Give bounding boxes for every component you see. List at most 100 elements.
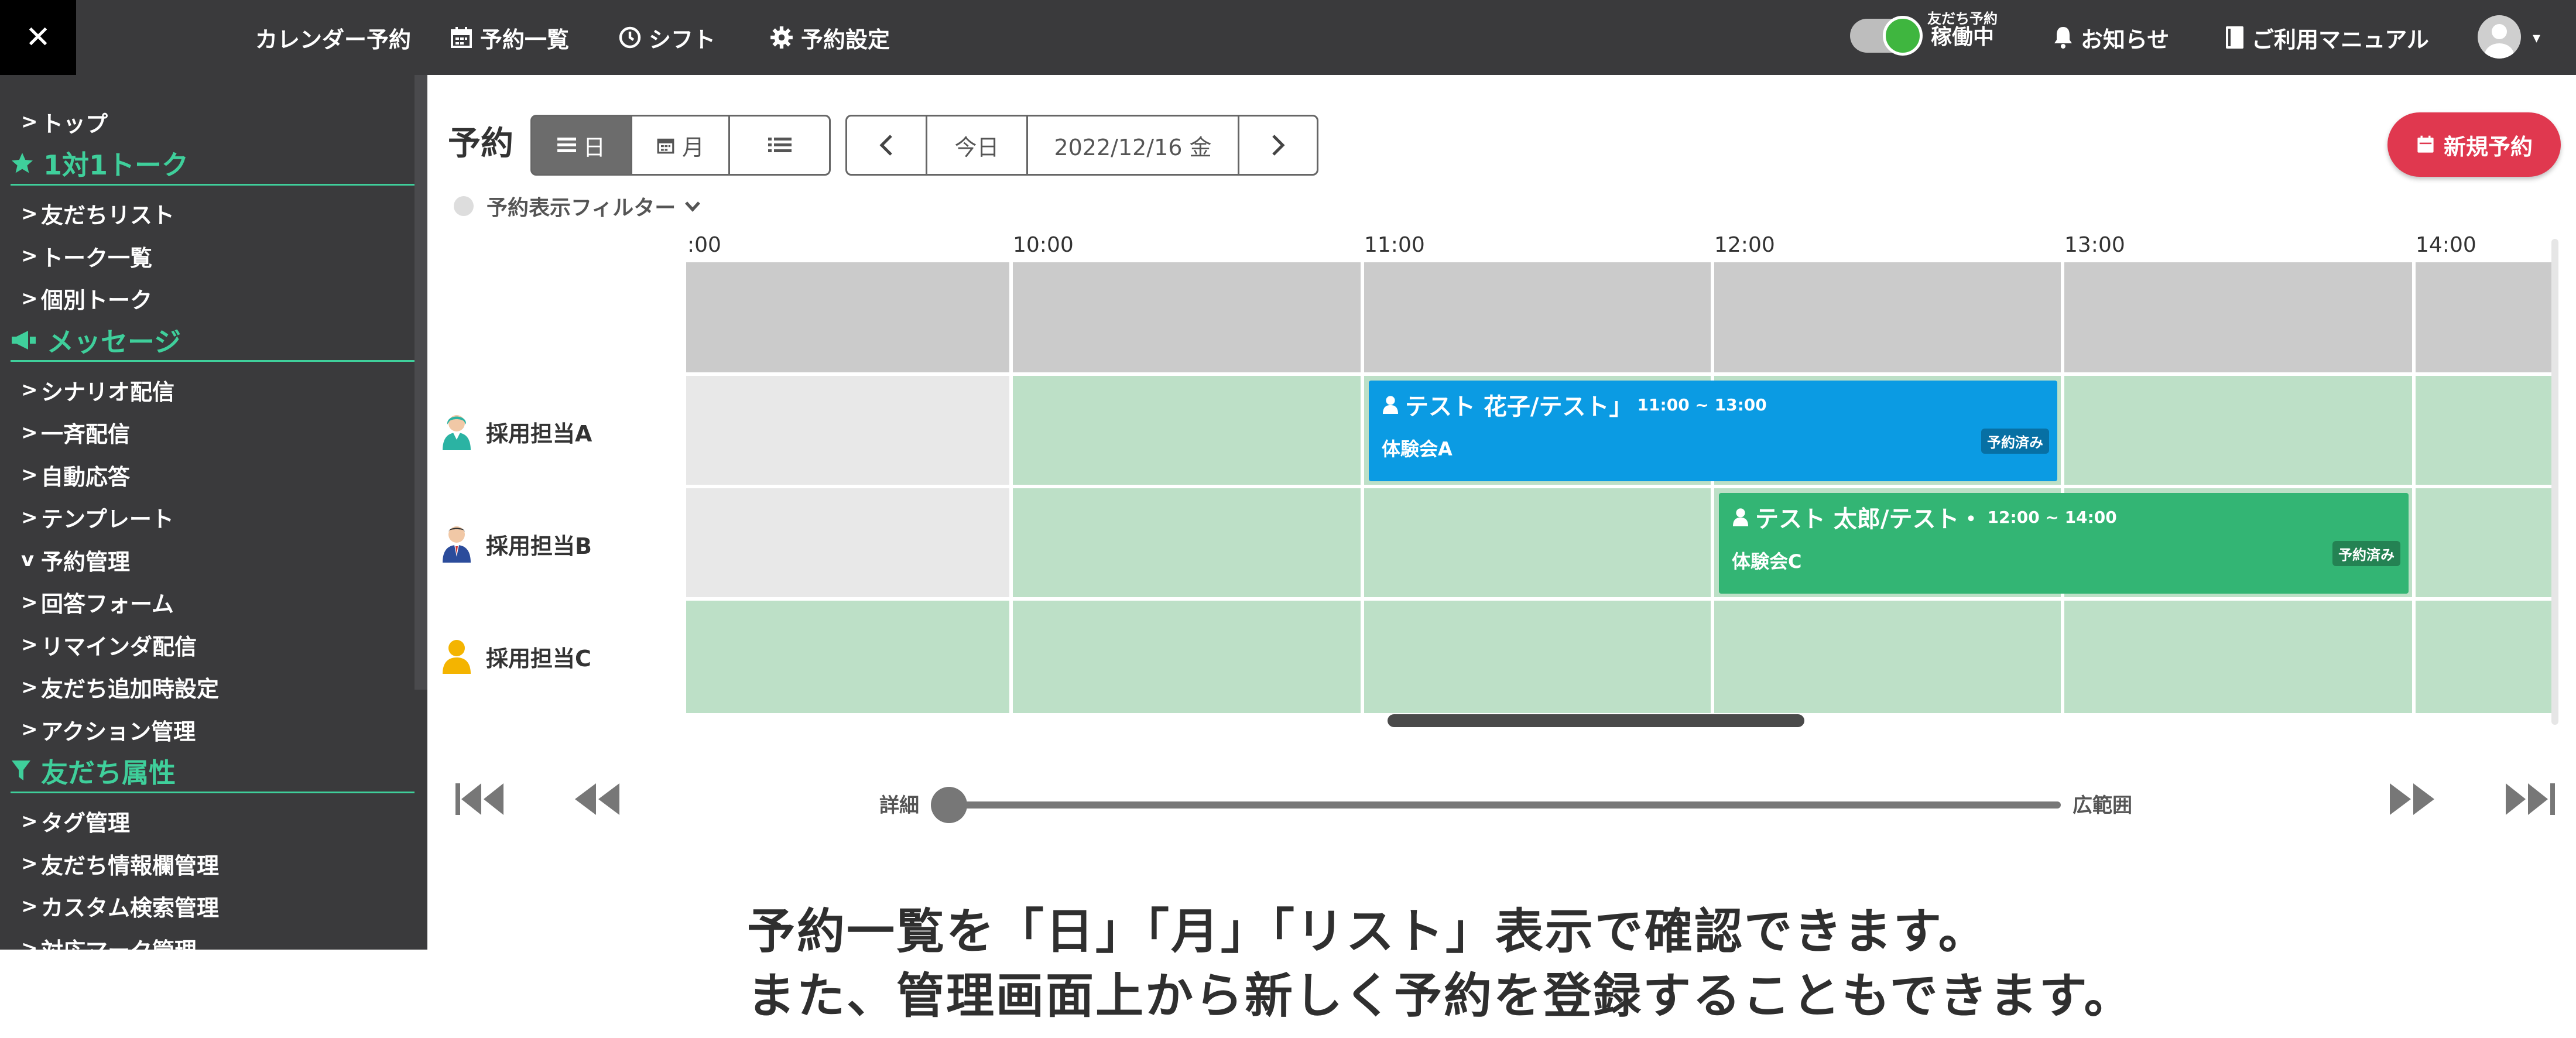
avatar[interactable]: [2478, 15, 2521, 59]
manual-link[interactable]: ご利用マニュアル: [2225, 0, 2429, 75]
booking-title: テスト 花子/テスト」: [1405, 393, 1633, 420]
filter-icon: [11, 759, 32, 783]
jump-last-button[interactable]: [2503, 779, 2556, 822]
zoom-slider-track[interactable]: [943, 801, 2061, 809]
scroll-forward-button[interactable]: [2387, 779, 2438, 822]
sidebar-item[interactable]: > テンプレート: [21, 500, 174, 535]
zoom-max-label: 広範囲: [2073, 794, 2132, 817]
zoom-min-label: 詳細: [879, 794, 919, 817]
zoom-slider-thumb[interactable]: [931, 787, 967, 823]
sidebar-item[interactable]: v 予約管理: [21, 542, 130, 577]
person-icon: [1732, 508, 1749, 526]
past-slot: [686, 376, 1012, 485]
skip-last-icon: [2503, 779, 2556, 822]
nav-label: カレンダー予約: [255, 26, 412, 53]
sidebar-section-header[interactable]: メッセージ: [11, 320, 415, 362]
calendar-icon: [2416, 135, 2435, 155]
filter-status-dot: [454, 196, 474, 216]
sidebar-item[interactable]: > 回答フォーム: [21, 585, 174, 620]
chevron-down-icon[interactable]: ▾: [2533, 29, 2540, 47]
date-picker[interactable]: 2022/12/16 金: [1026, 115, 1239, 176]
close-button[interactable]: ✕: [0, 0, 76, 75]
skip-first-icon: [454, 779, 507, 822]
sidebar-item[interactable]: >対応マーク管理: [21, 931, 197, 950]
time-label: 14:00: [2416, 233, 2476, 257]
chevron-right-icon: >: [21, 463, 38, 487]
sidebar-item[interactable]: > 友だちリスト: [21, 196, 174, 231]
chevron-right-icon: >: [21, 633, 38, 656]
sidebar-section-header[interactable]: 1対1トーク: [11, 143, 415, 186]
booking-title: テスト 太郎/テスト・: [1755, 506, 1983, 533]
list-icon: [768, 136, 792, 154]
jump-first-button[interactable]: [454, 779, 507, 822]
chevron-right-icon: >: [21, 937, 38, 950]
next-day-button[interactable]: [1238, 115, 1318, 176]
chevron-right-icon: >: [21, 378, 38, 402]
sidebar-item-label: 自動応答: [41, 464, 131, 490]
sidebar-item[interactable]: > 一斉配信: [21, 415, 130, 450]
hour-gridline: [1711, 262, 1714, 713]
sidebar-item[interactable]: > 友だち情報欄管理: [21, 846, 219, 881]
sidebar-item[interactable]: > カスタム検索管理: [21, 889, 219, 924]
sidebar-item[interactable]: > 友だち追加時設定: [21, 670, 219, 705]
calendar-icon: [450, 26, 473, 49]
available-slot[interactable]: [686, 601, 2555, 713]
nav-booking-list[interactable]: 予約一覧: [450, 0, 569, 75]
view-month-button[interactable]: 月: [631, 115, 730, 176]
nav-booking-settings[interactable]: 予約設定: [769, 0, 890, 75]
sidebar-item-label: トップ: [41, 111, 108, 137]
sidebar-item-label: 友だち追加時設定: [41, 676, 220, 702]
new-booking-button[interactable]: 新規予約: [2387, 112, 2561, 177]
chevron-right-icon: >: [21, 718, 38, 741]
resource-row-label: 採用担当C: [440, 601, 591, 712]
sidebar-item[interactable]: > シナリオ配信: [21, 372, 174, 407]
chevron-right-icon: [1271, 133, 1285, 157]
friend-booking-toggle[interactable]: [1850, 16, 1923, 56]
nav-label: 予約一覧: [480, 26, 570, 53]
sidebar-section-header[interactable]: 友だち属性: [11, 751, 415, 793]
notifications-link[interactable]: お知らせ: [2053, 0, 2169, 75]
booking-block[interactable]: テスト 花子/テスト」 11:00 ~ 13:00 体験会A 予約済み: [1369, 381, 2057, 481]
sidebar-scrollbar[interactable]: [415, 75, 427, 690]
time-label: 12:00: [1714, 233, 1775, 257]
sidebar-item[interactable]: > トーク一覧: [21, 238, 152, 273]
booking-block[interactable]: テスト 太郎/テスト・ 12:00 ~ 14:00 体験会C 予約済み: [1719, 493, 2409, 594]
prev-day-button[interactable]: [845, 115, 927, 176]
sidebar-item[interactable]: > トップ: [21, 104, 108, 139]
sidebar-item[interactable]: > タグ管理: [21, 804, 130, 839]
sidebar-item[interactable]: > 個別トーク: [21, 281, 152, 316]
sidebar-item[interactable]: > リマインダ配信: [21, 627, 197, 662]
resource-row-label: 採用担当B: [440, 488, 592, 599]
view-day-button[interactable]: 日: [530, 115, 632, 176]
sidebar-item-label: 個別トーク: [41, 287, 153, 313]
sidebar-item-label: カスタム検索管理: [41, 895, 220, 921]
clock-icon: [618, 26, 642, 49]
nav-shift[interactable]: シフト: [618, 0, 715, 75]
nav-calendar-booking[interactable]: カレンダー予約: [255, 0, 411, 75]
time-label: 13:00: [2064, 233, 2125, 257]
booking-display-filter[interactable]: 予約表示フィルター: [454, 191, 701, 221]
hour-gridline: [2061, 262, 2064, 713]
rewind-icon: [571, 779, 622, 822]
list-lines-icon: [557, 136, 576, 154]
view-list-button[interactable]: [728, 115, 831, 176]
timeline-vertical-scrollbar[interactable]: [2551, 239, 2558, 725]
today-button[interactable]: 今日: [926, 115, 1028, 176]
sidebar-item-label: リマインダ配信: [41, 633, 197, 660]
sidebar-section-label: 1対1トーク: [43, 149, 189, 181]
booking-title-row: テスト 花子/テスト」 11:00 ~ 13:00: [1382, 388, 1767, 422]
sidebar-item[interactable]: > 自動応答: [21, 457, 130, 492]
caption-line-2: また、管理画面上から新しく予約を登録することもできます。: [747, 968, 2134, 1024]
chevron-right-icon: >: [21, 852, 38, 875]
page-title: 予約: [448, 125, 513, 163]
timeline-horizontal-scrollbar[interactable]: [1388, 714, 1804, 727]
staff-woman-icon: [440, 413, 473, 450]
sidebar-item-label: トーク一覧: [41, 245, 153, 271]
caption-line-1: 予約一覧を「日」「月」「リスト」表示で確認できます。: [747, 904, 1988, 960]
gear-icon: [769, 25, 794, 50]
toggle-knob: [1883, 16, 1923, 56]
hour-gridline: [1361, 262, 1364, 713]
sidebar-item[interactable]: > アクション管理: [21, 712, 196, 747]
scroll-back-button[interactable]: [571, 779, 622, 822]
booking-place: 体験会C: [1732, 550, 1802, 573]
